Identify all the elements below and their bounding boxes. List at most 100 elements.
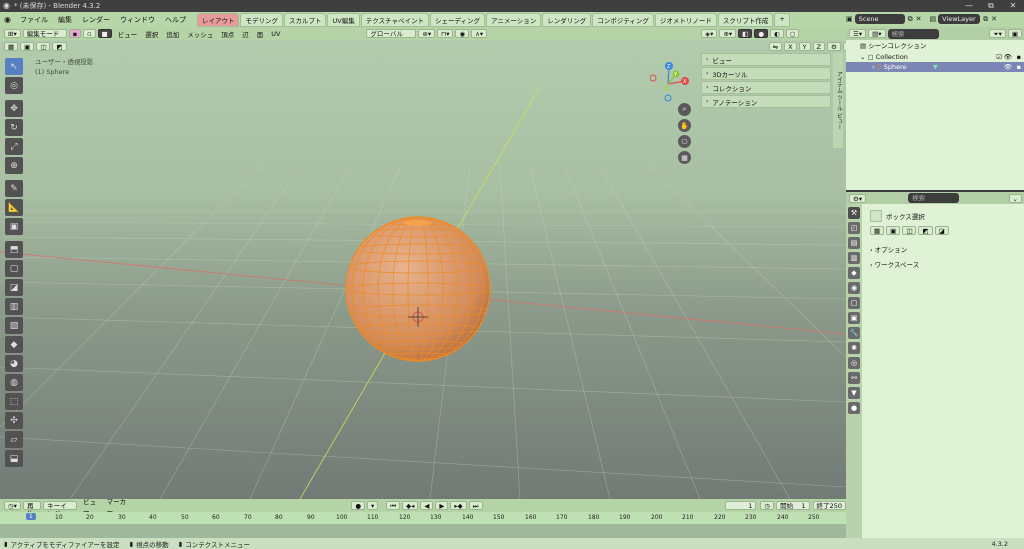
mode-extend-icon[interactable]: ▣ (886, 226, 901, 235)
sphere-row[interactable]: › ▽ Sphere ▼ 👁 ▪ (846, 62, 1024, 72)
play-icon[interactable]: ▶ (435, 501, 449, 510)
collection-properties-icon[interactable]: ▢ (848, 297, 860, 309)
timeline-editor-icon[interactable]: ◷▾ (4, 501, 21, 510)
record-icon[interactable]: ● (351, 501, 366, 510)
menu-help[interactable]: ヘルプ (160, 15, 191, 25)
view-layer-properties-icon[interactable]: ▥ (848, 252, 860, 264)
panel-collection[interactable]: › コレクション (701, 81, 831, 94)
sidebar-tab-tool[interactable]: ツール (836, 95, 842, 112)
menu-edit[interactable]: 編集 (53, 15, 77, 25)
menu-file[interactable]: ファイル (15, 15, 53, 25)
measure-tool-icon[interactable]: 📐 (5, 199, 23, 216)
zoom-icon[interactable]: ⌕ (678, 103, 691, 116)
camera-icon[interactable]: ▪ (1017, 62, 1021, 72)
sphere-mesh[interactable] (345, 216, 491, 362)
perspective-toggle-icon[interactable]: ▦ (678, 151, 691, 164)
xray-icon[interactable]: ◧ (738, 29, 753, 38)
close-button[interactable]: ✕ (1002, 0, 1024, 12)
scene-delete-icon[interactable]: ✕ (916, 15, 922, 23)
pan-hand-icon[interactable]: ✋ (678, 119, 691, 132)
spin-tool-icon[interactable]: ◕ (5, 355, 23, 372)
select-mode-new-icon[interactable]: ▦ (4, 41, 19, 51)
menu-select[interactable]: 選択 (141, 29, 162, 39)
tab-animation[interactable]: アニメーション (486, 12, 542, 27)
mode-set-icon[interactable]: ▦ (870, 226, 885, 235)
start-frame-field[interactable]: 開始 1 (776, 501, 810, 510)
panel-annotation[interactable]: › アノテーション (701, 95, 831, 108)
smooth-tool-icon[interactable]: ◍ (5, 374, 23, 391)
filter-icon[interactable]: ⏷▾ (989, 29, 1006, 38)
world-properties-icon[interactable]: ◉ (848, 282, 860, 294)
tab-scripting[interactable]: スクリプト作成 (717, 12, 774, 27)
shading-solid-icon[interactable]: ● (754, 29, 768, 38)
rotate-tool-icon[interactable]: ↻ (5, 119, 23, 136)
scale-tool-icon[interactable]: ⤢ (5, 138, 23, 155)
output-properties-icon[interactable]: ▤ (848, 237, 860, 249)
current-frame-field[interactable]: 1 (724, 501, 757, 510)
data-properties-icon[interactable]: ▼ (848, 387, 860, 399)
tab-uv-editing[interactable]: UV編集 (327, 12, 360, 27)
sidebar-tab-view[interactable]: ビュー (836, 113, 842, 130)
constraints-properties-icon[interactable]: ⚯ (848, 372, 860, 384)
menu-render[interactable]: レンダー (77, 15, 115, 25)
properties-options-icon[interactable]: ⌄ (1008, 193, 1022, 203)
mode-selector[interactable]: 編集モード (22, 29, 67, 38)
modifier-properties-icon[interactable]: 🔧 (848, 327, 860, 339)
face-select-icon[interactable]: ■ (97, 29, 112, 38)
section-workspace[interactable]: › ワークスペース (870, 259, 919, 269)
scene-new-icon[interactable]: ⧉ (908, 15, 913, 24)
blender-menu-icon[interactable]: ◉ (4, 15, 11, 24)
orientation-selector[interactable]: グローバル (366, 29, 417, 38)
outliner-editor-icon[interactable]: ☰▾ (849, 29, 867, 38)
menu-edge[interactable]: 辺 (238, 29, 253, 39)
panel-3d-cursor[interactable]: › 3Dカーソル (701, 67, 831, 80)
viewlayer-selector[interactable]: ViewLayer (938, 14, 981, 24)
frame-indicator[interactable]: 1 (26, 513, 36, 520)
mode-invert-icon[interactable]: ◩ (918, 226, 933, 235)
annotate-tool-icon[interactable]: ✎ (5, 180, 23, 197)
edge-select-icon[interactable]: ▫ (83, 29, 96, 38)
mode-intersect-icon[interactable]: ◪ (934, 226, 949, 235)
menu-face[interactable]: 面 (253, 29, 268, 39)
transform-tool-icon[interactable]: ⊕ (5, 157, 23, 174)
loop-cut-tool-icon[interactable]: ▥ (5, 298, 23, 315)
camera-view-icon[interactable]: ⎔ (678, 135, 691, 148)
collection-row[interactable]: ⌄ ▢ Collection ☑ 👁 ▪ (846, 52, 1024, 62)
cursor-tool-icon[interactable]: ◎ (5, 77, 23, 94)
poly-build-tool-icon[interactable]: ◆ (5, 336, 23, 353)
shading-material-icon[interactable]: ◐ (769, 29, 784, 38)
new-collection-icon[interactable]: ▣ (1007, 29, 1022, 38)
jump-prev-key-icon[interactable]: ◆◂ (402, 501, 419, 510)
add-workspace-button[interactable]: + (774, 12, 790, 27)
properties-editor-icon[interactable]: ⚙▾ (849, 193, 867, 203)
shear-tool-icon[interactable]: ▱ (5, 431, 23, 448)
knife-tool-icon[interactable]: ▧ (5, 317, 23, 334)
menu-add[interactable]: 追加 (162, 29, 183, 39)
scene-properties-icon[interactable]: ◆ (848, 267, 860, 279)
pivot-icon[interactable]: ⊛▾ (418, 29, 436, 38)
tool-properties-icon[interactable]: ⚒ (848, 207, 860, 219)
snap-icon[interactable]: ⊓▾ (437, 29, 454, 38)
viewlayer-delete-icon[interactable]: ✕ (991, 15, 997, 23)
axis-z-toggle[interactable]: Z (812, 41, 825, 51)
tab-modeling[interactable]: モデリング (240, 12, 283, 27)
scene-collection-row[interactable]: ▤ シーンコレクション (846, 41, 1024, 51)
extrude-tool-icon[interactable]: ⬒ (5, 241, 23, 258)
axis-y-toggle[interactable]: Y (798, 41, 811, 51)
display-mode-icon[interactable]: ▤▾ (868, 29, 886, 38)
shading-render-icon[interactable]: ○ (785, 29, 800, 38)
tab-layout[interactable]: レイアウト (196, 12, 240, 27)
jump-next-key-icon[interactable]: ▸◆ (450, 501, 467, 510)
select-mode-invert-icon[interactable]: ◩ (52, 41, 67, 51)
play-reverse-icon[interactable]: ◀ (420, 501, 434, 510)
eye-icon[interactable]: 👁 (1004, 62, 1012, 72)
tab-texture-paint[interactable]: テクスチャペイント (360, 12, 429, 27)
particles-properties-icon[interactable]: ✺ (848, 342, 860, 354)
move-tool-icon[interactable]: ✥ (5, 100, 23, 117)
mode-subtract-icon[interactable]: ◫ (902, 226, 917, 235)
select-box-tool-icon[interactable]: ↖ (5, 58, 23, 75)
eye-icon[interactable]: 👁 (1004, 52, 1012, 62)
outliner-search-input[interactable]: 検索 (887, 28, 940, 39)
clock-icon[interactable]: ◷ (760, 501, 775, 510)
shrink-fatten-tool-icon[interactable]: ✣ (5, 412, 23, 429)
